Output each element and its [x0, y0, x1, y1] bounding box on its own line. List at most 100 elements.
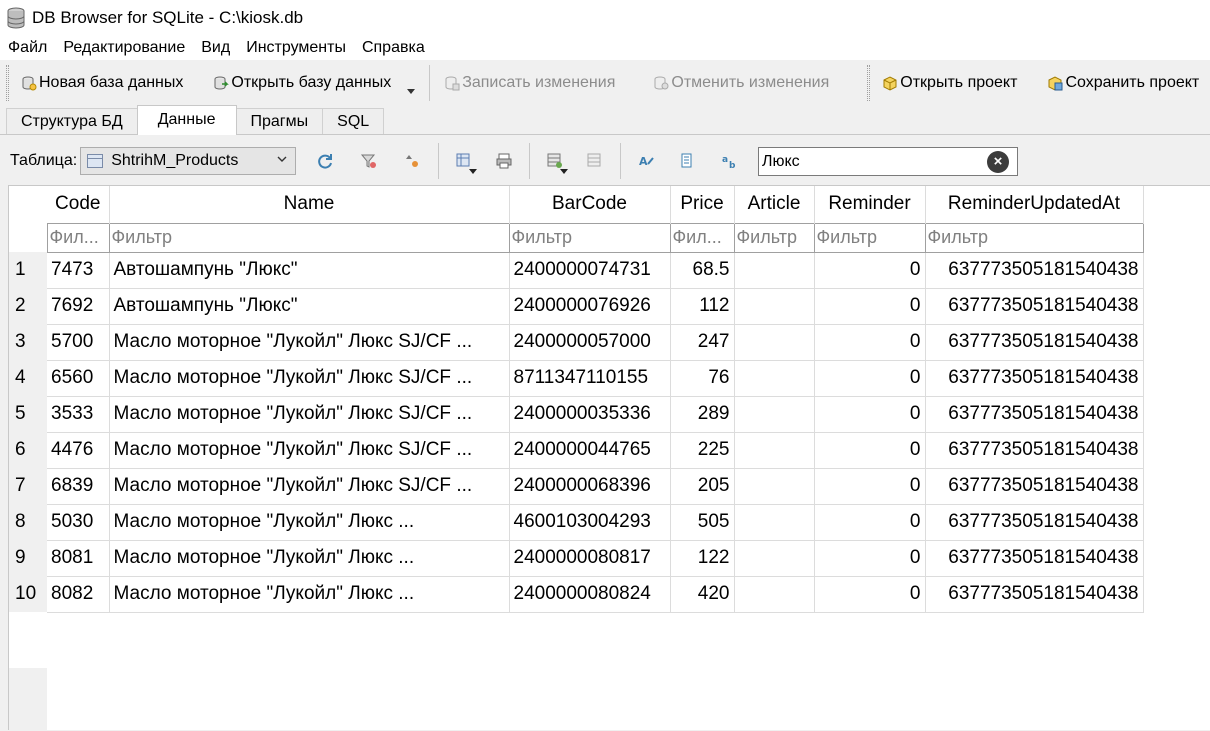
- table-cell-article[interactable]: [734, 468, 815, 505]
- clear-search-icon[interactable]: ×: [987, 151, 1009, 173]
- row-number[interactable]: 8: [9, 504, 47, 540]
- global-filter-input[interactable]: Люкс ×: [758, 147, 1018, 176]
- column-header[interactable]: Article: [734, 186, 815, 223]
- column-filter-input[interactable]: Фильтр: [733, 222, 815, 253]
- table-cell-name[interactable]: Масло моторное "Лукойл" Люкс SJ/CF ...: [109, 432, 510, 469]
- table-row[interactable]: 5 3533 Масло моторное "Лукойл" Люкс SJ/CF …: [9, 396, 1144, 433]
- table-cell-reminder-updated-at[interactable]: 637773505181540438: [925, 432, 1144, 469]
- table-cell-article[interactable]: [734, 396, 815, 433]
- table-cell-price[interactable]: 289: [670, 396, 735, 433]
- row-number[interactable]: 2: [9, 288, 47, 324]
- column-header[interactable]: Price: [670, 186, 735, 223]
- table-row[interactable]: 4 6560 Масло моторное "Лукойл" Люкс SJ/CF …: [9, 360, 1144, 397]
- column-header[interactable]: ReminderUpdatedAt: [925, 186, 1144, 223]
- table-cell-code[interactable]: 8082: [47, 576, 110, 613]
- tab-db-structure[interactable]: Структура БД: [6, 108, 138, 134]
- table-cell-reminder[interactable]: 0: [814, 252, 926, 289]
- table-row[interactable]: 10 8082 Масло моторное "Лукойл" Люкс ... 24…: [9, 576, 1144, 613]
- table-row[interactable]: 2 7692 Автошампунь "Люкс" 2400000076926 112 0…: [9, 288, 1144, 325]
- table-cell-reminder-updated-at[interactable]: 637773505181540438: [925, 504, 1144, 541]
- write-changes-button[interactable]: Записать изменения: [436, 67, 623, 99]
- toolbar-grip[interactable]: [6, 64, 9, 101]
- table-cell-price[interactable]: 247: [670, 324, 735, 361]
- table-cell-name[interactable]: Автошампунь "Люкс": [109, 252, 510, 289]
- menu-help[interactable]: Справка: [354, 36, 433, 60]
- table-cell-reminder[interactable]: 0: [814, 360, 926, 397]
- tab-browse-data[interactable]: Данные: [136, 105, 237, 135]
- table-cell-barcode[interactable]: 2400000035336: [509, 396, 671, 433]
- table-cell-article[interactable]: [734, 540, 815, 577]
- print-button[interactable]: [489, 146, 519, 176]
- find-replace-button[interactable]: [673, 146, 703, 176]
- table-cell-code[interactable]: 6560: [47, 360, 110, 397]
- table-cell-article[interactable]: [734, 504, 815, 541]
- table-cell-name[interactable]: Масло моторное "Лукойл" Люкс SJ/CF ...: [109, 324, 510, 361]
- toolbar-grip-2[interactable]: [867, 64, 871, 101]
- tab-pragmas[interactable]: Прагмы: [235, 108, 324, 134]
- table-row[interactable]: 9 8081 Масло моторное "Лукойл" Люкс ... 240…: [9, 540, 1144, 577]
- table-cell-barcode[interactable]: 8711347110155: [509, 360, 671, 397]
- table-cell-article[interactable]: [734, 360, 815, 397]
- table-select[interactable]: ShtrihM_Products: [80, 147, 297, 175]
- table-cell-reminder-updated-at[interactable]: 637773505181540438: [925, 252, 1144, 289]
- find-button[interactable]: A: [631, 146, 661, 176]
- menu-view[interactable]: Вид: [193, 36, 238, 60]
- new-database-button[interactable]: Новая база данных: [13, 67, 191, 99]
- column-filter-input[interactable]: Фил...: [46, 222, 110, 253]
- row-number[interactable]: 5: [9, 396, 47, 432]
- table-cell-price[interactable]: 205: [670, 468, 735, 505]
- table-cell-price[interactable]: 112: [670, 288, 735, 325]
- menu-tools[interactable]: Инструменты: [238, 36, 354, 60]
- table-cell-barcode[interactable]: 2400000080817: [509, 540, 671, 577]
- revert-changes-button[interactable]: Отменить изменения: [645, 67, 837, 99]
- row-number[interactable]: 7: [9, 468, 47, 504]
- table-cell-price[interactable]: 420: [670, 576, 735, 613]
- table-cell-article[interactable]: [734, 432, 815, 469]
- table-cell-price[interactable]: 76: [670, 360, 735, 397]
- sort-button[interactable]: [398, 146, 428, 176]
- row-number[interactable]: 1: [9, 252, 47, 288]
- table-cell-price[interactable]: 505: [670, 504, 735, 541]
- table-cell-code[interactable]: 8081: [47, 540, 110, 577]
- open-database-dropdown-arrow[interactable]: [407, 89, 416, 94]
- table-cell-barcode[interactable]: 2400000080824: [509, 576, 671, 613]
- column-filter-input[interactable]: Фильтр: [924, 222, 1144, 253]
- delete-record-button[interactable]: [580, 146, 610, 176]
- table-cell-reminder-updated-at[interactable]: 637773505181540438: [925, 396, 1144, 433]
- row-number[interactable]: 10: [9, 576, 47, 612]
- table-cell-reminder[interactable]: 0: [814, 504, 926, 541]
- table-cell-reminder[interactable]: 0: [814, 396, 926, 433]
- table-row[interactable]: 1 7473 Автошампунь "Люкс" 2400000074731 68.5…: [9, 252, 1144, 289]
- table-cell-reminder-updated-at[interactable]: 637773505181540438: [925, 540, 1144, 577]
- grid-corner[interactable]: [9, 186, 47, 223]
- table-cell-reminder[interactable]: 0: [814, 432, 926, 469]
- table-cell-reminder-updated-at[interactable]: 637773505181540438: [925, 324, 1144, 361]
- table-cell-code[interactable]: 3533: [47, 396, 110, 433]
- tab-sql[interactable]: SQL: [322, 108, 385, 134]
- table-cell-code[interactable]: 7692: [47, 288, 110, 325]
- table-cell-reminder-updated-at[interactable]: 637773505181540438: [925, 576, 1144, 613]
- table-cell-article[interactable]: [734, 252, 815, 289]
- row-number[interactable]: 9: [9, 540, 47, 576]
- table-cell-name[interactable]: Масло моторное "Лукойл" Люкс ...: [109, 576, 510, 613]
- table-cell-code[interactable]: 5700: [47, 324, 110, 361]
- column-header[interactable]: BarCode: [509, 186, 671, 223]
- table-row[interactable]: 7 6839 Масло моторное "Лукойл" Люкс SJ/CF …: [9, 468, 1144, 505]
- table-cell-name[interactable]: Автошампунь "Люкс": [109, 288, 510, 325]
- table-cell-name[interactable]: Масло моторное "Лукойл" Люкс ...: [109, 540, 510, 577]
- table-cell-barcode[interactable]: 2400000076926: [509, 288, 671, 325]
- column-filter-input[interactable]: Фил...: [669, 222, 735, 253]
- column-header[interactable]: Reminder: [814, 186, 926, 223]
- column-header[interactable]: Name: [109, 186, 510, 223]
- table-cell-barcode[interactable]: 2400000068396: [509, 468, 671, 505]
- table-cell-code[interactable]: 4476: [47, 432, 110, 469]
- table-cell-price[interactable]: 122: [670, 540, 735, 577]
- clear-filters-button[interactable]: [354, 146, 384, 176]
- table-cell-article[interactable]: [734, 324, 815, 361]
- menu-edit[interactable]: Редактирование: [55, 36, 193, 60]
- column-filter-input[interactable]: Фильтр: [508, 222, 671, 253]
- row-number[interactable]: 3: [9, 324, 47, 360]
- table-row[interactable]: 8 5030 Масло моторное "Лукойл" Люкс ... 460…: [9, 504, 1144, 541]
- open-project-button[interactable]: Открыть проект: [874, 67, 1025, 99]
- text-format-button[interactable]: a b: [715, 146, 745, 176]
